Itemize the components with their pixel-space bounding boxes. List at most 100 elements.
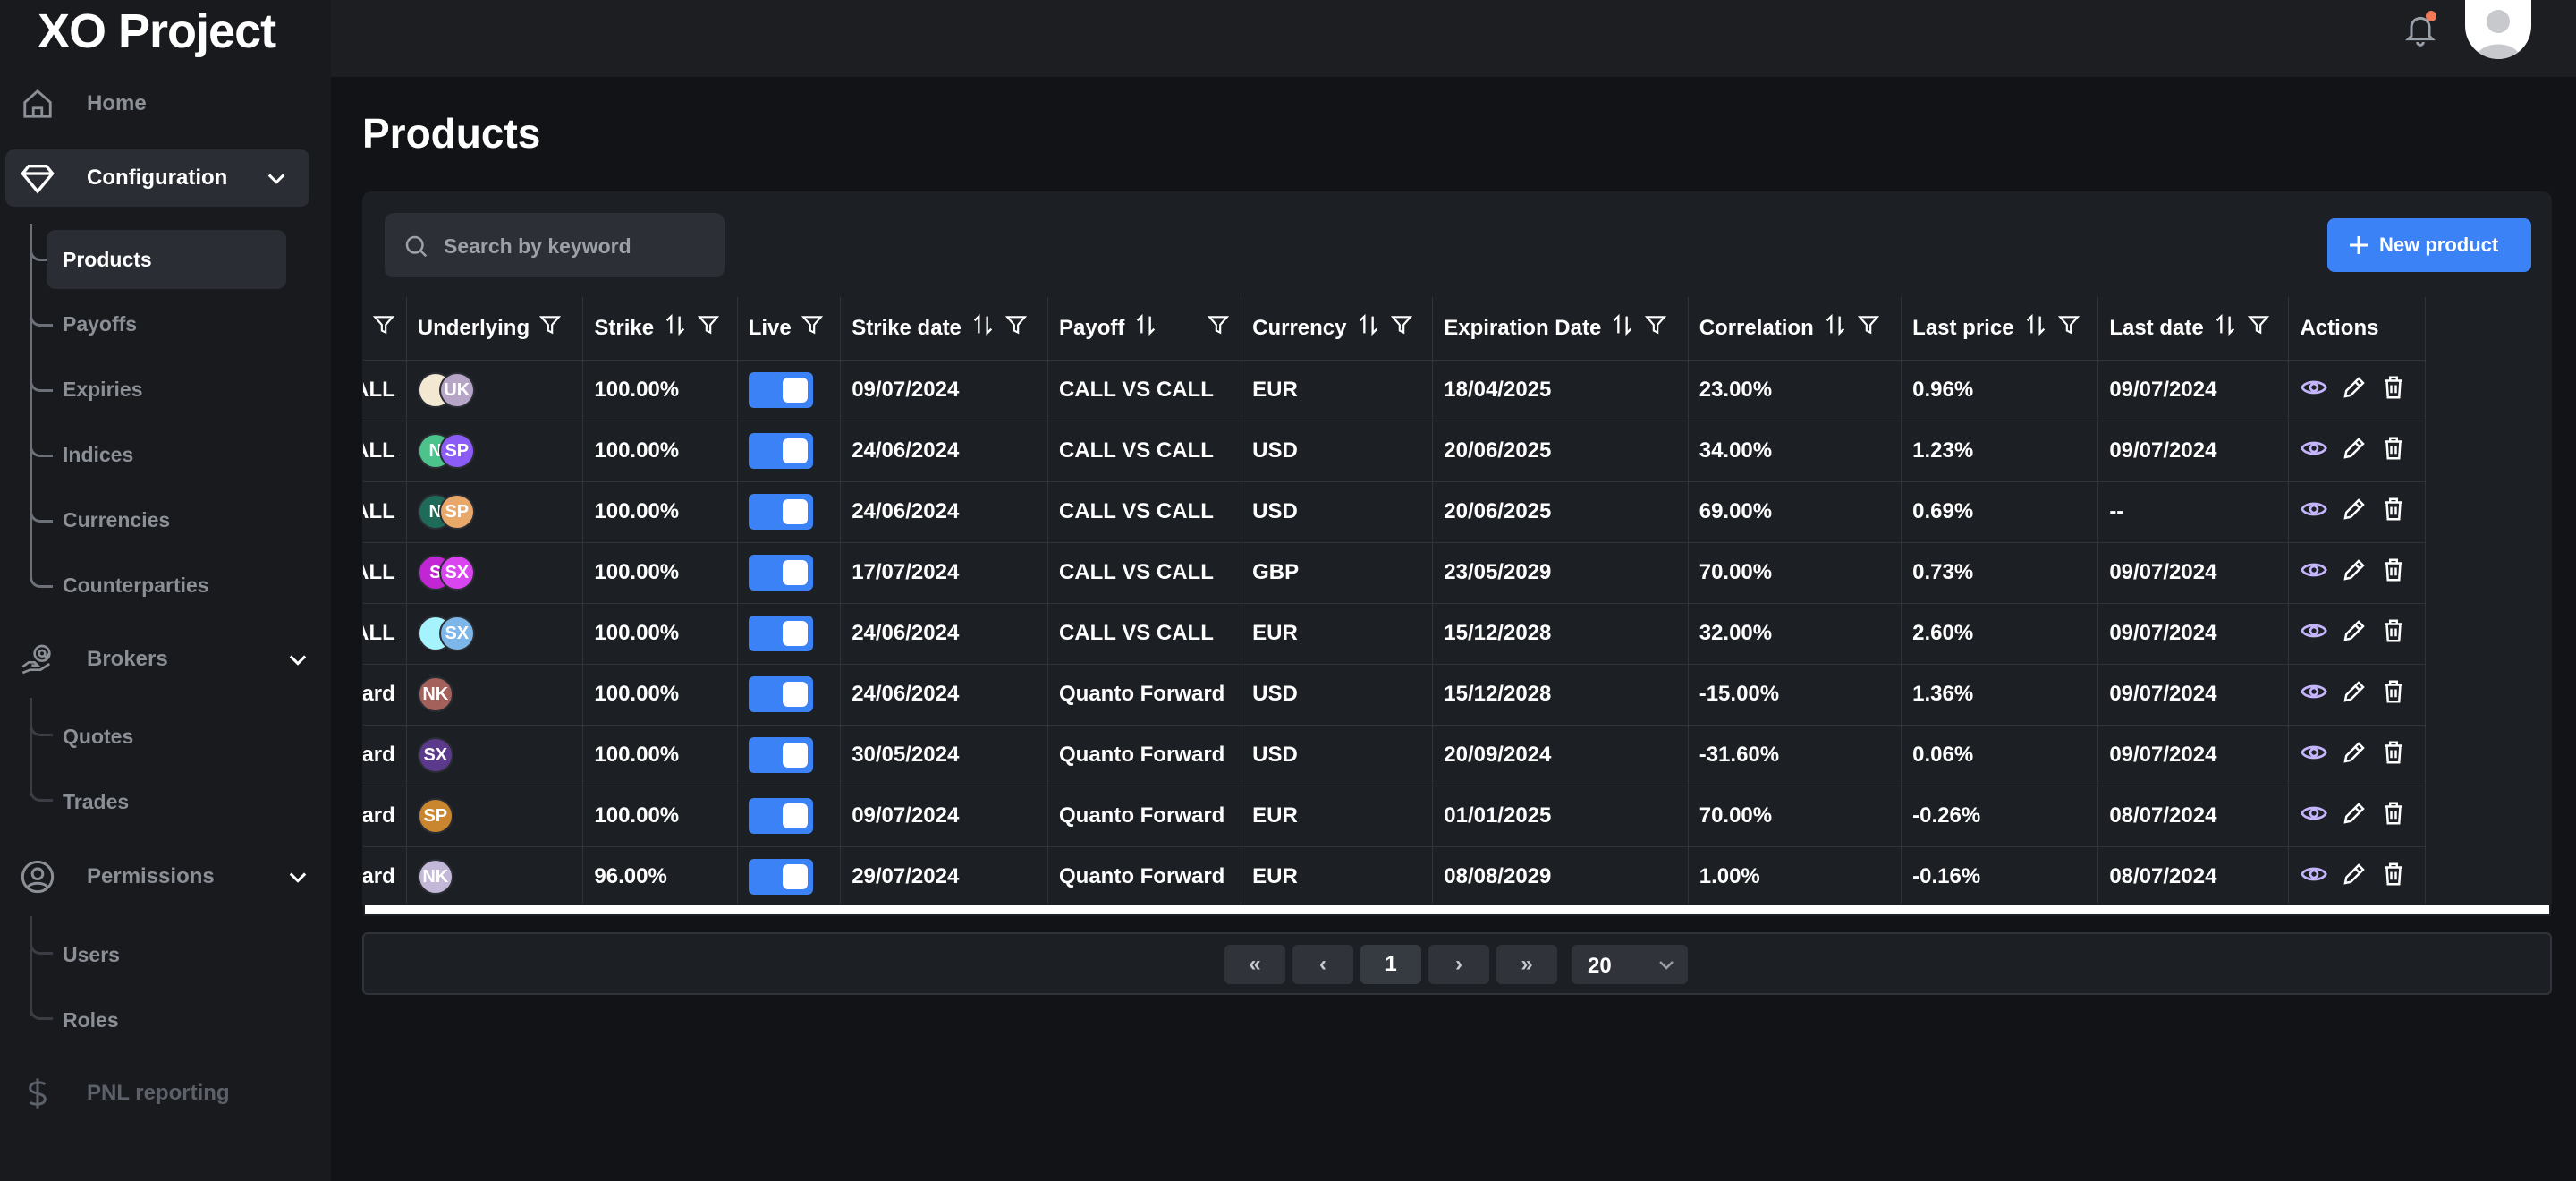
sort-icon[interactable] xyxy=(2213,312,2238,344)
col-header-underlying[interactable]: Underlying xyxy=(406,297,584,361)
first-page-button[interactable]: « xyxy=(1224,945,1285,984)
eye-icon[interactable] xyxy=(2300,495,2328,530)
filter-icon[interactable] xyxy=(2247,313,2270,343)
live-toggle[interactable] xyxy=(748,555,813,590)
eye-icon[interactable] xyxy=(2300,738,2328,773)
products-table-viewport[interactable]: Underlying Strike Live Strike date Payof… xyxy=(363,297,2551,905)
search-input[interactable]: Search by keyword xyxy=(385,213,724,277)
col-header-strike-date[interactable]: Strike date xyxy=(840,297,1048,361)
eye-icon[interactable] xyxy=(2300,799,2328,834)
pencil-icon[interactable] xyxy=(2341,435,2368,468)
trash-icon[interactable] xyxy=(2380,678,2407,711)
col-header-currency[interactable]: Currency xyxy=(1241,297,1434,361)
live-toggle[interactable] xyxy=(748,433,813,469)
pencil-icon[interactable] xyxy=(2341,800,2368,833)
eye-icon[interactable] xyxy=(2300,434,2328,469)
eye-icon[interactable] xyxy=(2300,860,2328,895)
sort-icon[interactable] xyxy=(1133,312,1158,344)
trash-icon[interactable] xyxy=(2380,496,2407,529)
live-toggle[interactable] xyxy=(748,798,813,834)
sidebar-item-products[interactable]: Products xyxy=(47,230,286,289)
live-toggle[interactable] xyxy=(748,737,813,773)
filter-icon[interactable] xyxy=(1207,313,1230,343)
live-toggle[interactable] xyxy=(748,676,813,712)
sidebar-item-currencies[interactable]: Currencies xyxy=(47,491,288,548)
sidebar-item-configuration[interactable]: Configuration xyxy=(5,149,309,207)
filter-icon[interactable] xyxy=(1390,313,1413,343)
pencil-icon[interactable] xyxy=(2341,557,2368,590)
col-header-strike[interactable]: Strike xyxy=(582,297,738,361)
table-row[interactable]: ward NK 100.00% 24/06/2024Quanto ForwardUSD… xyxy=(363,664,2426,726)
table-row[interactable]: rward SX 100.00% 30/05/2024Quanto ForwardUS… xyxy=(363,725,2426,786)
eye-icon[interactable] xyxy=(2300,373,2328,408)
eye-icon[interactable] xyxy=(2300,616,2328,651)
sidebar-item-users[interactable]: Users xyxy=(47,926,288,983)
col-header-last-date[interactable]: Last date xyxy=(2097,297,2290,361)
scrollbar-thumb[interactable] xyxy=(683,905,2508,914)
horizontal-scrollbar[interactable] xyxy=(363,904,2551,916)
chevron-down-icon[interactable] xyxy=(284,863,311,890)
sidebar-item-trades[interactable]: Trades xyxy=(47,773,288,830)
table-row[interactable]: VS CALL SX 100.00% 24/06/2024CALL VS CALLEU… xyxy=(363,603,2426,665)
page-size-select[interactable]: 20 xyxy=(1572,945,1688,984)
sidebar-item-permissions[interactable]: Permissions xyxy=(0,848,331,905)
live-toggle[interactable] xyxy=(748,859,813,895)
new-product-button[interactable]: New product xyxy=(2327,218,2531,272)
sort-icon[interactable] xyxy=(2023,312,2048,344)
eye-icon[interactable] xyxy=(2300,556,2328,590)
filter-icon[interactable] xyxy=(1857,313,1880,343)
sidebar-item-counterparties[interactable]: Counterparties xyxy=(47,557,288,614)
sidebar-item-expiries[interactable]: Expiries xyxy=(47,361,288,418)
col-header-expiration-date[interactable]: Expiration Date xyxy=(1432,297,1689,361)
sort-icon[interactable] xyxy=(1823,312,1848,344)
prev-page-button[interactable]: ‹ xyxy=(1292,945,1353,984)
col-header-last-price[interactable]: Last price xyxy=(1901,297,2099,361)
filter-icon[interactable] xyxy=(1644,313,1667,343)
chevron-down-icon[interactable] xyxy=(263,165,290,191)
next-page-button[interactable]: › xyxy=(1428,945,1489,984)
table-row[interactable]: vard SP 100.00% 09/07/2024Quanto ForwardEUR… xyxy=(363,786,2426,847)
live-toggle[interactable] xyxy=(748,494,813,530)
trash-icon[interactable] xyxy=(2380,435,2407,468)
current-page[interactable]: 1 xyxy=(1360,945,1421,984)
table-row[interactable]: VS CALLSSX100.00% 17/07/2024CALL VS CALLG… xyxy=(363,542,2426,604)
live-toggle[interactable] xyxy=(748,372,813,408)
filter-icon[interactable] xyxy=(538,313,562,343)
sidebar-item-quotes[interactable]: Quotes xyxy=(47,708,288,765)
sort-icon[interactable] xyxy=(1610,312,1635,344)
trash-icon[interactable] xyxy=(2380,557,2407,590)
trash-icon[interactable] xyxy=(2380,374,2407,407)
filter-icon[interactable] xyxy=(372,313,395,343)
table-row[interactable]: vardNK96.00%29/07/2024Quanto ForwardEUR0… xyxy=(363,846,2426,905)
pencil-icon[interactable] xyxy=(2341,496,2368,529)
sort-icon[interactable] xyxy=(663,312,688,344)
chevron-down-icon[interactable] xyxy=(284,646,311,673)
col-header-correlation[interactable]: Correlation xyxy=(1688,297,1902,361)
table-row[interactable]: S CALLNSP100.00% 24/06/2024CALL VS CALLUS… xyxy=(363,481,2426,543)
sidebar-item-roles[interactable]: Roles xyxy=(47,991,288,1049)
pencil-icon[interactable] xyxy=(2341,617,2368,650)
sidebar-item-pnl-reporting[interactable]: PNL reporting xyxy=(0,1065,331,1122)
table-row[interactable]: S CALLNSP100.00% 24/06/2024CALL VS CALLUS… xyxy=(363,421,2426,482)
col-header-payoff[interactable]: Payoff xyxy=(1047,297,1242,361)
sort-icon[interactable] xyxy=(1356,312,1381,344)
eye-icon[interactable] xyxy=(2300,677,2328,712)
filter-icon[interactable] xyxy=(697,313,720,343)
pencil-icon[interactable] xyxy=(2341,678,2368,711)
trash-icon[interactable] xyxy=(2380,800,2407,833)
filter-icon[interactable] xyxy=(1004,313,1028,343)
trash-icon[interactable] xyxy=(2380,617,2407,650)
sidebar-item-brokers[interactable]: Brokers xyxy=(0,631,331,688)
sidebar-item-payoffs[interactable]: Payoffs xyxy=(47,295,288,353)
last-page-button[interactable]: » xyxy=(1496,945,1557,984)
sort-icon[interactable] xyxy=(970,312,996,344)
pencil-icon[interactable] xyxy=(2341,861,2368,894)
pencil-icon[interactable] xyxy=(2341,739,2368,772)
filter-icon[interactable] xyxy=(801,313,824,343)
trash-icon[interactable] xyxy=(2380,739,2407,772)
live-toggle[interactable] xyxy=(748,616,813,651)
filter-icon[interactable] xyxy=(2057,313,2080,343)
pencil-icon[interactable] xyxy=(2341,374,2368,407)
col-header-name[interactable] xyxy=(363,297,407,361)
table-row[interactable]: S CALLUK100.00%09/07/2024CALL VS CALLEUR… xyxy=(363,360,2426,421)
